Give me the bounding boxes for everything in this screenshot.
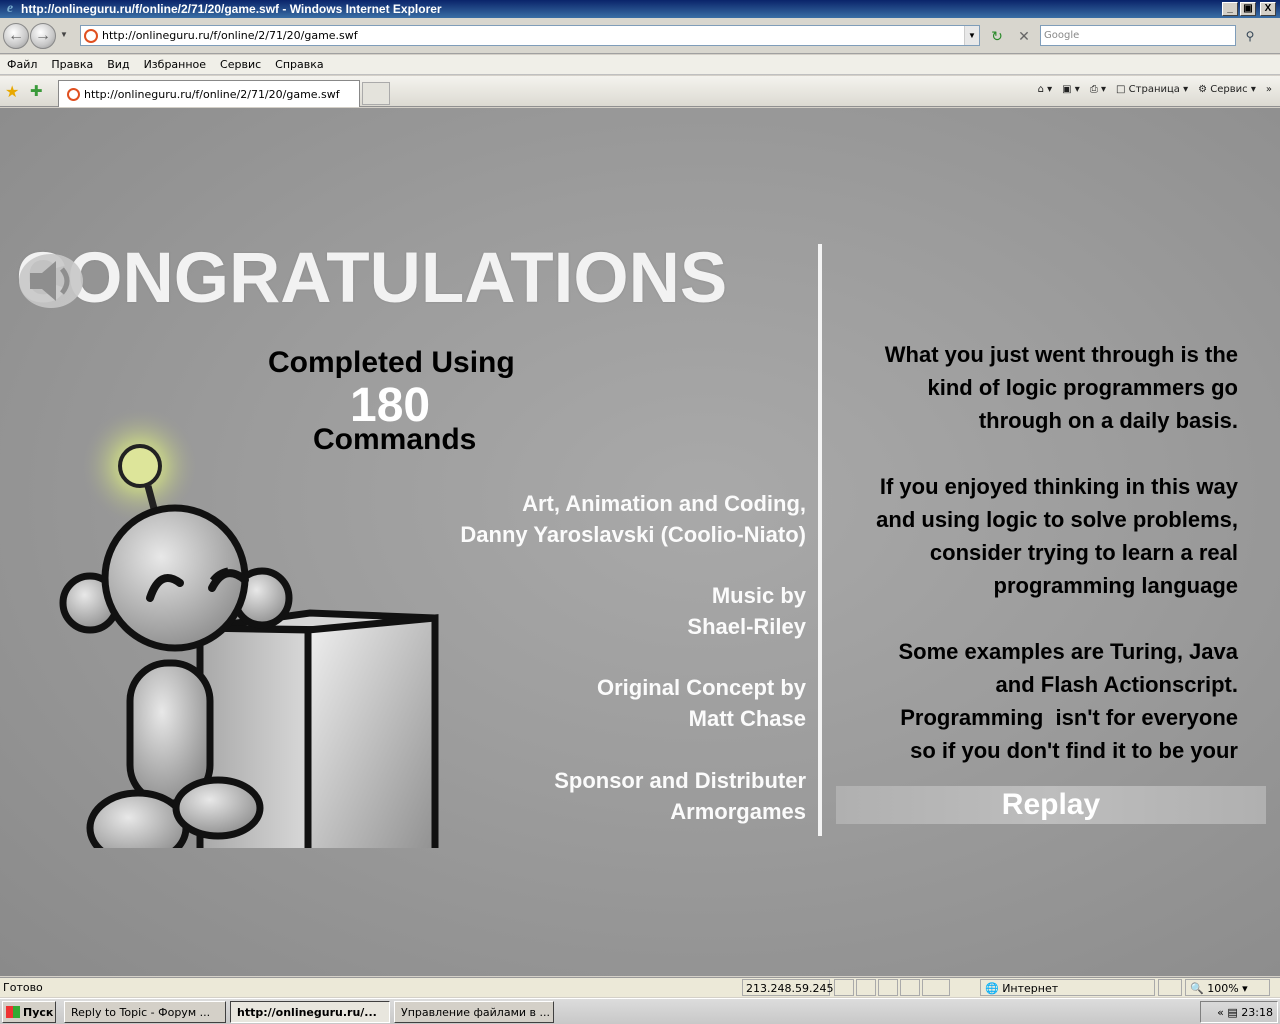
credit-concept-name: Matt Chase xyxy=(688,706,806,731)
feeds-icon[interactable]: ▣ ▾ xyxy=(1062,84,1080,95)
minimize-button[interactable]: _ xyxy=(1222,2,1238,16)
ie-logo-icon: e xyxy=(6,1,14,16)
search-icon[interactable]: ⚲ xyxy=(1238,26,1262,46)
protected-mode-icon[interactable] xyxy=(1158,979,1182,996)
stop-icon[interactable]: ✕ xyxy=(1013,26,1035,46)
message-line: and using logic to solve problems, xyxy=(876,507,1238,532)
message-paragraph-3: Some examples are Turing, Java and Flash… xyxy=(818,635,1238,767)
status-text: Готово xyxy=(3,981,43,994)
close-button[interactable]: X xyxy=(1260,2,1276,16)
new-tab-button[interactable] xyxy=(362,82,390,105)
status-cell xyxy=(922,979,950,996)
history-dropdown-icon[interactable]: ▼ xyxy=(60,30,68,39)
taskbar: Пуск Reply to Topic - Форум ... http://o… xyxy=(0,998,1280,1024)
zoom-icon: 🔍 xyxy=(1190,982,1204,995)
network-icon[interactable]: ▤ xyxy=(1227,1006,1237,1019)
credit-sponsor-title: Sponsor and Distributer xyxy=(554,768,806,793)
address-url[interactable]: http://onlineguru.ru/f/online/2/71/20/ga… xyxy=(102,29,964,42)
tools-menu-button[interactable]: ⚙ Сервис ▾ xyxy=(1198,84,1256,95)
congratulations-heading: CONGRATULATIONS xyxy=(16,239,728,318)
add-favorite-icon[interactable]: ✚ xyxy=(30,82,43,100)
tab-bar: ★ ✚ http://onlineguru.ru/f/online/2/71/2… xyxy=(0,76,1280,107)
page-menu-button[interactable]: □ Страница ▾ xyxy=(1116,84,1188,95)
credit-sponsor-name: Armorgames xyxy=(670,799,806,824)
credit-concept: Original Concept by Matt Chase xyxy=(597,672,806,734)
credit-art: Art, Animation and Coding, Danny Yarosla… xyxy=(460,488,806,550)
status-zone-label: Интернет xyxy=(1002,982,1059,995)
message-line: through on a daily basis. xyxy=(978,408,1238,433)
start-label: Пуск xyxy=(23,1005,54,1019)
window-title-bar: e http://onlineguru.ru/f/online/2/71/20/… xyxy=(0,0,1280,18)
message-line: and Flash Actionscript. xyxy=(995,672,1238,697)
credit-music-title: Music by xyxy=(711,583,806,608)
status-ip: 213.248.59.245 xyxy=(742,979,833,996)
tools-menu-label: Сервис xyxy=(1210,84,1248,95)
command-bar: ⌂ ▾ ▣ ▾ ⎙ ▾ □ Страница ▾ ⚙ Сервис ▾ » xyxy=(1028,84,1272,95)
message-line: If you enjoyed thinking in this way xyxy=(879,474,1238,499)
menu-bar: Файл Правка Вид Избранное Сервис Справка xyxy=(0,55,1280,75)
menu-favorites[interactable]: Избранное xyxy=(144,58,206,71)
address-dropdown-icon[interactable]: ▼ xyxy=(964,26,979,45)
zoom-level: 100% xyxy=(1207,982,1239,995)
completed-using-label: Completed Using xyxy=(268,346,515,379)
favorites-star-icon[interactable]: ★ xyxy=(5,82,19,102)
menu-file[interactable]: Файл xyxy=(7,58,37,71)
credit-concept-title: Original Concept by xyxy=(596,675,806,700)
start-button[interactable]: Пуск xyxy=(2,1001,56,1023)
tab-favicon-icon xyxy=(67,87,80,101)
address-toolbar: ← → ▼ http://onlineguru.ru/f/online/2/71… xyxy=(0,18,1280,54)
message-line: consider trying to learn a real xyxy=(929,540,1238,565)
tab-label: http://onlineguru.ru/f/online/2/71/20/ga… xyxy=(84,87,340,101)
taskbar-item-browser[interactable]: http://onlineguru.ru/... xyxy=(230,1001,390,1023)
clock: 23:18 xyxy=(1241,1006,1273,1019)
message-line: Some examples are Turing, Java xyxy=(898,639,1238,664)
flash-game-area[interactable]: CONGRATULATIONS Completed Using 180 Comm… xyxy=(0,108,1280,976)
home-icon[interactable]: ⌂ ▾ xyxy=(1038,84,1053,95)
menu-help[interactable]: Справка xyxy=(275,58,323,71)
status-cell xyxy=(878,979,898,996)
credit-music-name: Shael-Riley xyxy=(687,614,806,639)
credit-music: Music by Shael-Riley xyxy=(687,580,806,642)
message-line: programming language xyxy=(993,573,1238,598)
print-icon[interactable]: ⎙ ▾ xyxy=(1090,84,1106,95)
message-paragraph-2: If you enjoyed thinking in this way and … xyxy=(818,470,1238,602)
status-zone: 🌐 Интернет xyxy=(980,979,1155,996)
status-cell xyxy=(834,979,854,996)
tray-expand-icon[interactable]: « xyxy=(1217,1006,1224,1019)
robot-character-icon xyxy=(59,408,439,848)
window-title: http://onlineguru.ru/f/online/2/71/20/ga… xyxy=(21,2,442,16)
status-cell xyxy=(900,979,920,996)
status-bar: Готово 213.248.59.245 🌐 Интернет 🔍 100% … xyxy=(0,977,1280,997)
message-line: kind of logic programmers go xyxy=(927,375,1238,400)
message-line: so if you don't find it to be your xyxy=(910,738,1238,763)
globe-icon: 🌐 xyxy=(985,982,999,995)
back-button[interactable]: ← xyxy=(3,23,29,49)
taskbar-item-file-manager[interactable]: Управление файлами в ... xyxy=(394,1001,554,1023)
address-bar[interactable]: http://onlineguru.ru/f/online/2/71/20/ga… xyxy=(80,25,980,46)
status-cell xyxy=(856,979,876,996)
message-line: What you just went through is the xyxy=(884,342,1238,367)
windows-flag-icon xyxy=(6,1006,20,1018)
refresh-icon[interactable]: ↻ xyxy=(986,26,1008,46)
menu-view[interactable]: Вид xyxy=(107,58,129,71)
forward-button[interactable]: → xyxy=(30,23,56,49)
maximize-button[interactable]: ▣ xyxy=(1240,2,1256,16)
site-favicon-icon xyxy=(84,28,98,43)
system-tray: « ▤ 23:18 xyxy=(1200,1001,1278,1023)
overflow-chevron-icon[interactable]: » xyxy=(1266,84,1272,95)
tab-game-swf[interactable]: http://onlineguru.ru/f/online/2/71/20/ga… xyxy=(58,80,360,107)
message-line: Programming isn't for everyone xyxy=(900,705,1238,730)
replay-button[interactable]: Replay xyxy=(836,786,1266,824)
message-paragraph-1: What you just went through is the kind o… xyxy=(818,338,1238,437)
page-menu-label: Страница xyxy=(1128,84,1180,95)
sound-toggle-icon[interactable] xyxy=(16,251,86,311)
search-input[interactable]: Google xyxy=(1040,25,1236,46)
menu-edit[interactable]: Правка xyxy=(51,58,93,71)
zoom-control[interactable]: 🔍 100% ▾ xyxy=(1185,979,1270,996)
credit-art-title: Art, Animation and Coding, xyxy=(522,491,806,516)
credit-sponsor: Sponsor and Distributer Armorgames xyxy=(554,765,806,827)
menu-tools[interactable]: Сервис xyxy=(220,58,261,71)
taskbar-item-forum[interactable]: Reply to Topic - Форум ... xyxy=(64,1001,226,1023)
credit-art-name: Danny Yaroslavski (Coolio-Niato) xyxy=(460,522,806,547)
